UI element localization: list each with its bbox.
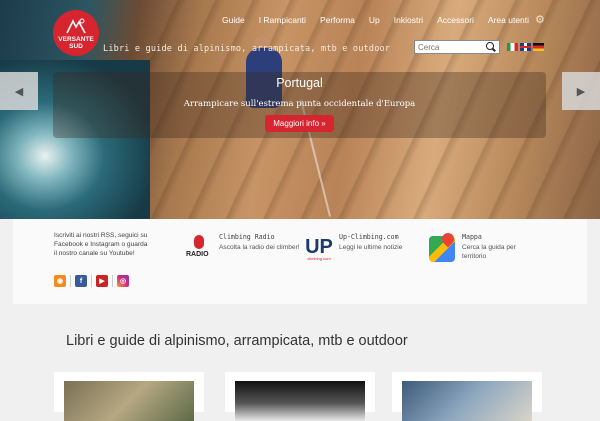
search-icon[interactable]: [485, 41, 497, 53]
chevron-left-icon: ◀: [14, 85, 24, 98]
slide-more-info-button[interactable]: Maggiori info »: [265, 115, 334, 132]
social-divider: [112, 275, 113, 287]
slider-next-button[interactable]: ▶: [562, 72, 600, 110]
page-title: Libri e guide di alpinismo, arrampicata,…: [66, 333, 408, 349]
map-pin-icon: [439, 230, 457, 248]
links-strip: Iscriviti ai nostri RSS, seguici su Face…: [13, 219, 587, 304]
nav-item-accessori[interactable]: Accessori: [437, 15, 474, 25]
slider-prev-button[interactable]: ◀: [0, 72, 38, 110]
social-divider: [91, 275, 92, 287]
slide-title: Portugal: [276, 76, 323, 90]
feature-desc: Cerca la guida per territorio: [462, 244, 516, 260]
up-climbing-logo: UP climbing.com: [303, 233, 335, 265]
slide-caption: Portugal Arrampicare sull'estrema punta …: [53, 72, 546, 138]
feature-title: Up-Climbing.com: [339, 233, 399, 241]
social-divider: [70, 275, 71, 287]
nav-item-inkiostri[interactable]: Inkiostri: [394, 15, 423, 25]
feature-climbing-radio[interactable]: RADIO Climbing Radio Ascolta la radio de…: [183, 233, 300, 265]
english-flag-icon[interactable]: [520, 43, 531, 51]
up-logo-text: UP: [305, 235, 333, 258]
nav-item-up[interactable]: Up: [369, 15, 380, 25]
logo-text-1: VERSANTE: [58, 36, 94, 43]
gear-icon[interactable]: ⚙: [535, 14, 547, 26]
site-logo[interactable]: VERSANTE SUD: [53, 10, 99, 56]
book-card[interactable]: [54, 372, 204, 421]
logo-mountain-icon: [66, 18, 86, 34]
nav-item-guide[interactable]: Guide: [222, 15, 245, 25]
microphone-icon: [194, 235, 204, 249]
feature-up-climbing[interactable]: UP climbing.com Up-Climbing.com Leggi le…: [303, 233, 402, 265]
up-logo-sub: climbing.com: [307, 255, 331, 261]
feature-desc: Ascolta la radio dei climber!: [219, 244, 300, 251]
book-cover-image: [64, 381, 194, 421]
main-nav: Guide I Rampicanti Performa Up Inkiostri…: [222, 15, 543, 25]
book-cover-image: [402, 381, 532, 421]
nav-item-performa[interactable]: Performa: [320, 15, 355, 25]
book-cover-image: [235, 381, 365, 421]
feature-title: Mappa: [462, 233, 482, 241]
feature-title: Climbing Radio: [219, 233, 275, 241]
follow-us-text: Iscriviti ai nostri RSS, seguici su Face…: [54, 232, 148, 257]
nav-item-i-rampicanti[interactable]: I Rampicanti: [259, 15, 306, 25]
search-input[interactable]: [415, 41, 485, 53]
youtube-icon[interactable]: ▶: [96, 275, 108, 287]
maps-icon: [426, 230, 458, 265]
social-links: ◉ f ▶ ◎: [54, 275, 129, 287]
radio-badge-text: RADIO: [186, 251, 209, 258]
slide-subtitle: Arrampicare sull'estrema punta occidenta…: [183, 99, 416, 109]
chevron-right-icon: ▶: [576, 85, 586, 98]
facebook-icon[interactable]: f: [75, 275, 87, 287]
language-selector: [507, 43, 544, 51]
book-card[interactable]: [392, 372, 542, 421]
radio-icon: RADIO: [183, 233, 215, 265]
search-box: [414, 40, 500, 54]
feature-map[interactable]: Mappa Cerca la guida per territorio: [426, 230, 532, 265]
feature-desc: Leggi le ultime notizie: [339, 244, 403, 251]
italian-flag-icon[interactable]: [507, 43, 518, 51]
rss-icon[interactable]: ◉: [54, 275, 66, 287]
site-tagline: Libri e guide di alpinismo, arrampicata,…: [103, 44, 391, 54]
instagram-icon[interactable]: ◎: [117, 275, 129, 287]
german-flag-icon[interactable]: [533, 43, 544, 51]
nav-item-area-utenti[interactable]: Area utenti: [488, 15, 529, 25]
book-card[interactable]: [225, 372, 375, 421]
logo-text-2: SUD: [69, 43, 83, 50]
